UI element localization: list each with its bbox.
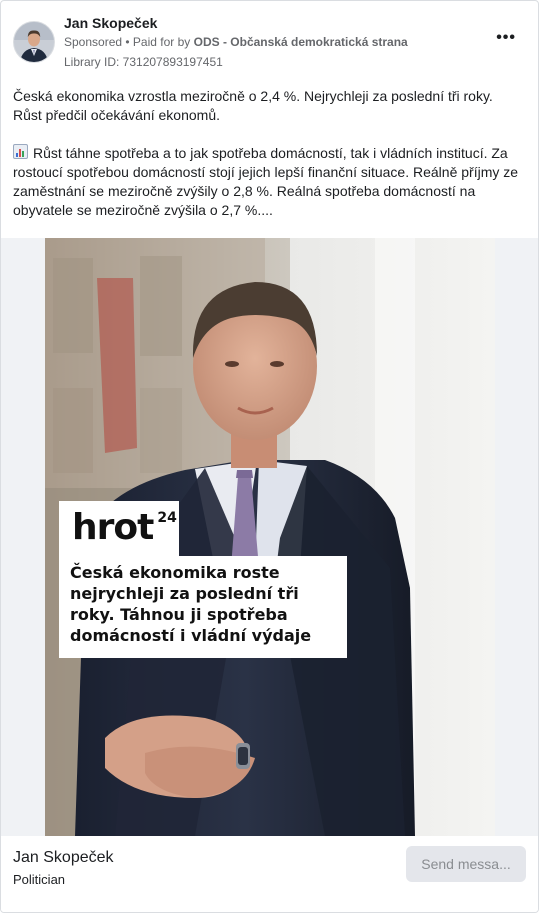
avatar-image	[14, 22, 54, 62]
footer-page-category: Politician	[13, 872, 66, 887]
sponsored-label: Sponsored	[64, 35, 123, 49]
creative-headline: Česká ekonomika roste nejrychleji za pos…	[70, 563, 312, 645]
post-paragraph-1: Česká ekonomika vzrostla meziročně o 2,4…	[13, 88, 493, 123]
more-horizontal-icon[interactable]: •••	[496, 29, 516, 47]
ad-photo[interactable]: hrot 24 Česká ekonomika roste nejrychleji…	[45, 238, 495, 836]
hrot24-logo-text: hrot	[72, 507, 154, 548]
hrot24-logo-box: hrot 24	[59, 501, 179, 557]
paid-for-prefix: • Paid for by	[122, 35, 194, 49]
post-header: Jan Skopeček Sponsored • Paid for by ODS…	[13, 13, 526, 73]
post-paragraph-2-wrap: Růst táhne spotřeba a to jak spotřeba do…	[13, 144, 525, 220]
ad-footer: Jan Skopeček Politician Send messa...	[1, 836, 538, 912]
hrot24-logo-sup: 24	[157, 510, 177, 526]
ad-card: Jan Skopeček Sponsored • Paid for by ODS…	[0, 0, 539, 913]
hrot24-logo: hrot 24	[72, 507, 177, 548]
headline-box: Česká ekonomika roste nejrychleji za pos…	[59, 556, 347, 658]
ad-media[interactable]: hrot 24 Česká ekonomika roste nejrychleji…	[1, 238, 538, 836]
sponsored-line: Sponsored • Paid for by ODS - Občanská d…	[64, 35, 408, 49]
bar-chart-emoji-icon	[13, 144, 28, 159]
library-id: Library ID: 731207893197451	[64, 55, 223, 69]
post-paragraph-2: Růst táhne spotřeba a to jak spotřeba do…	[13, 145, 519, 218]
footer-page-name[interactable]: Jan Skopeček	[13, 849, 114, 867]
send-message-button[interactable]: Send messa...	[406, 846, 526, 882]
paid-for-by[interactable]: ODS - Občanská demokratická strana	[194, 35, 408, 49]
post-text: Česká ekonomika vzrostla meziročně o 2,4…	[13, 87, 525, 239]
page-name[interactable]: Jan Skopeček	[64, 15, 157, 31]
avatar[interactable]	[13, 21, 55, 63]
